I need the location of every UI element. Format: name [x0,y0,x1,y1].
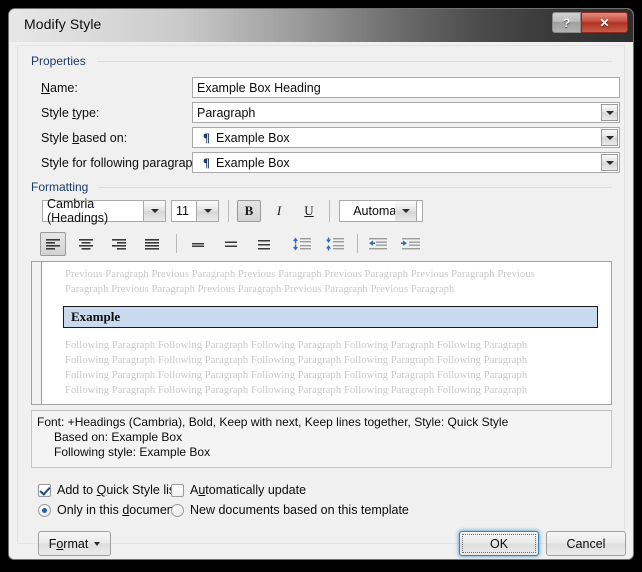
increase-indent-button[interactable] [398,232,424,256]
description-line-3: Following style: Example Box [54,445,211,459]
chevron-down-icon[interactable] [601,104,618,121]
preview-previous-line-2: Paragraph Previous Paragraph Previous Pa… [65,284,455,295]
title-bar: Modify Style ? ✕ [9,9,633,43]
add-to-quick-style-label: Add to Quick Style list [57,483,179,497]
screen: Modify Style ? ✕ Properties Name: Exampl… [0,0,642,572]
space-before-paragraph-icon [292,237,312,251]
font-size-dropdown-arrow[interactable] [197,200,219,222]
checkbox-icon [38,483,51,497]
align-right-button[interactable] [106,232,132,256]
style-following-label: Style for following paragraph: [41,156,203,170]
chevron-down-icon [94,541,101,546]
font-size-value: 11 [176,204,189,218]
align-center-button[interactable] [73,232,99,256]
style-based-on-value: Example Box [216,130,290,145]
space-after-paragraph-button[interactable] [322,232,348,256]
description-line-2: Based on: Example Box [54,430,183,444]
style-following-value: Example Box [216,155,290,170]
align-right-icon [111,238,127,251]
format-button[interactable]: Format [38,531,111,556]
modify-style-dialog: Modify Style ? ✕ Properties Name: Exampl… [8,8,634,560]
style-preview-pane: Previous Paragraph Previous Paragraph Pr… [31,261,612,405]
preview-previous-line-1: Previous Paragraph Previous Paragraph Pr… [65,269,535,280]
window-title: Modify Style [24,16,102,32]
style-description: Font: +Headings (Cambria), Bold, Keep wi… [31,410,612,468]
line-spacing-1-5-icon [223,238,239,251]
formatting-group-rule [99,187,612,188]
formatting-group-label: Formatting [31,180,94,194]
properties-group-label: Properties [31,54,91,68]
automatically-update-label: Automatically update [190,483,307,497]
decrease-indent-button[interactable] [365,232,391,256]
add-to-quick-style-checkbox[interactable]: Add to Quick Style list [38,483,179,497]
style-type-combo[interactable]: Paragraph [192,102,620,123]
line-spacing-single-button[interactable] [185,232,211,256]
automatically-update-checkbox[interactable]: Automatically update [171,483,306,497]
name-label: Name: [41,81,78,95]
line-spacing-double-icon [256,238,272,251]
preview-example-text: Example [71,309,121,324]
close-button[interactable]: ✕ [581,12,628,33]
font-family-combo[interactable]: Cambria (Headings) [42,197,144,225]
font-family-dropdown-arrow[interactable] [144,200,166,222]
align-justify-icon [144,238,160,251]
preview-following-line-3: Following Paragraph Following Paragraph … [65,370,528,381]
chevron-down-icon[interactable] [601,154,618,171]
new-documents-radio[interactable]: New documents based on this template [171,503,409,517]
format-button-label: Format [48,536,89,551]
pilcrow-icon: ¶ [203,154,211,170]
line-spacing-double-button[interactable] [251,232,277,256]
toolbar-separator [176,234,177,253]
ok-button[interactable]: OK [459,531,539,556]
align-left-icon [45,238,61,251]
line-spacing-single-icon [190,238,206,251]
bold-button[interactable]: B [237,200,261,222]
checkbox-icon [171,483,184,497]
space-after-paragraph-icon [325,237,345,251]
preview-gutter [32,262,42,404]
help-button[interactable]: ? [552,12,581,33]
preview-example-box: Example [63,306,598,328]
only-this-document-label: Only in this document [57,503,178,517]
style-type-label: Style type: [41,106,100,120]
font-family-value: Cambria (Headings) [47,197,109,225]
style-type-value: Paragraph [197,105,256,120]
window-controls: ? ✕ [552,12,628,33]
italic-button[interactable]: I [267,200,291,222]
toolbar-separator [357,234,358,253]
name-input-value: Example Box Heading [197,80,321,95]
cancel-button[interactable]: Cancel [546,531,626,556]
radio-icon [171,503,184,517]
align-justify-button[interactable] [139,232,165,256]
style-following-combo[interactable]: ¶ Example Box [192,152,620,173]
chevron-down-icon[interactable] [601,129,618,146]
only-this-document-radio[interactable]: Only in this document [38,503,177,517]
style-based-on-label: Style based on: [41,131,128,145]
preview-following-line-1: Following Paragraph Following Paragraph … [65,340,528,351]
toolbar-separator [228,200,229,222]
description-line-1: Font: +Headings (Cambria), Bold, Keep wi… [37,415,509,429]
dialog-client-area: Properties Name: Example Box Heading Sty… [9,42,633,559]
align-center-icon [78,238,94,251]
toolbar-separator [329,200,330,222]
style-based-on-combo[interactable]: ¶ Example Box [192,127,620,148]
cancel-button-label: Cancel [566,536,606,551]
underline-button[interactable]: U [297,200,321,222]
focus-ring [462,534,536,553]
preview-following-line-4: Following Paragraph Following Paragraph … [65,385,528,396]
space-before-paragraph-button[interactable] [289,232,315,256]
preview-following-line-2: Following Paragraph Following Paragraph … [65,355,528,366]
name-input[interactable]: Example Box Heading [192,77,620,98]
align-left-button[interactable] [40,232,66,256]
new-documents-label: New documents based on this template [190,503,409,517]
increase-indent-icon [401,237,421,251]
pilcrow-icon: ¶ [203,129,211,145]
radio-icon [38,503,51,517]
properties-group-rule [97,61,612,62]
font-color-dropdown-arrow[interactable] [395,200,417,222]
line-spacing-1-5-button[interactable] [218,232,244,256]
font-size-combo[interactable]: 11 [171,200,197,222]
decrease-indent-icon [368,237,388,251]
